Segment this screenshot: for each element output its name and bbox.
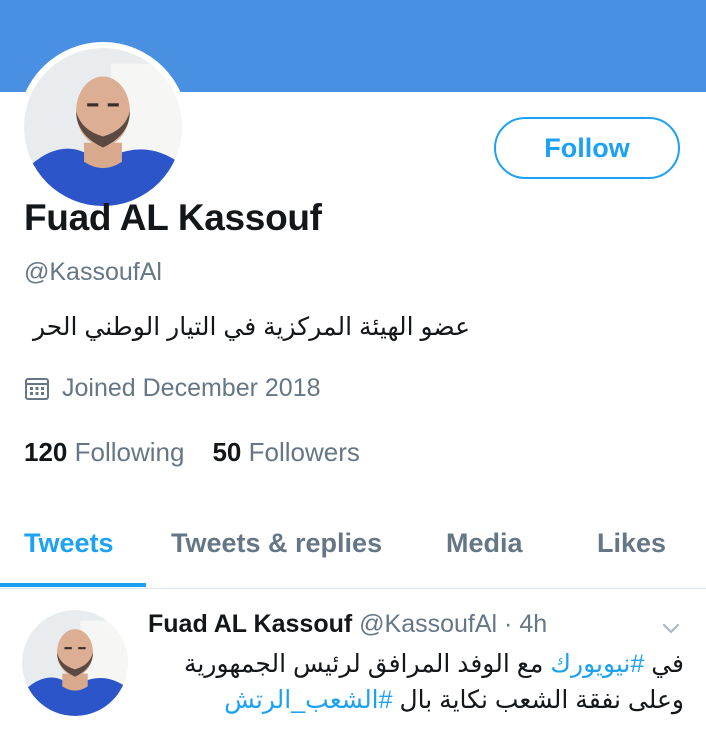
- followers-label: Followers: [248, 437, 360, 467]
- tweet-header: Fuad AL Kassouf @KassoufAl · 4h: [148, 610, 547, 639]
- tweet-time[interactable]: 4h: [519, 610, 547, 638]
- chevron-down-icon[interactable]: [660, 617, 682, 639]
- tweet-text-segment: وعلى نفقة الشعب نكاية بال: [392, 686, 684, 714]
- follow-button[interactable]: Follow: [494, 117, 680, 179]
- tab-likes[interactable]: Likes: [597, 528, 666, 559]
- tweet-line-1: في #نيويورك مع الوفد المرافق لرئيس الجمه…: [184, 646, 684, 682]
- active-tab-indicator: [0, 583, 146, 587]
- following-label: Following: [74, 437, 185, 467]
- tweet-author-handle[interactable]: @KassoufAl: [359, 610, 497, 638]
- tweet-avatar[interactable]: [22, 610, 128, 716]
- hashtag-link[interactable]: #نيويورك: [550, 650, 644, 678]
- avatar-photo: [24, 48, 182, 206]
- profile-avatar[interactable]: [18, 42, 188, 212]
- tweet-separator: ·: [504, 610, 513, 638]
- following-count: 120: [24, 437, 68, 467]
- profile-stats: 120 Following 50 Followers: [24, 437, 360, 468]
- profile-tabs: Tweets Tweets & replies Media Likes: [0, 512, 706, 589]
- tweet-text-segment: مع الوفد المرافق لرئيس الجمهورية: [184, 650, 551, 678]
- joined-date: Joined December 2018: [24, 374, 321, 403]
- profile-bio: عضو الهيئة المركزية في التيار الوطني الح…: [32, 313, 470, 341]
- following-link[interactable]: 120 Following: [24, 437, 184, 467]
- joined-text: Joined December 2018: [62, 374, 321, 402]
- tab-tweets-replies[interactable]: Tweets & replies: [171, 528, 382, 559]
- followers-count: 50: [212, 437, 242, 467]
- tweet-text: في #نيويورك مع الوفد المرافق لرئيس الجمه…: [184, 646, 684, 718]
- tweet-text-segment: في: [644, 650, 684, 678]
- tweet-author-name[interactable]: Fuad AL Kassouf: [148, 610, 352, 638]
- profile-handle: @KassoufAl: [24, 258, 162, 286]
- tweet-line-2: وعلى نفقة الشعب نكاية بال #الشعب_الرتش: [184, 682, 684, 718]
- calendar-icon: [25, 377, 49, 400]
- followers-link[interactable]: 50 Followers: [212, 437, 359, 467]
- tab-tweets[interactable]: Tweets: [24, 528, 114, 559]
- tab-media[interactable]: Media: [446, 528, 523, 559]
- avatar-photo: [22, 610, 128, 716]
- hashtag-link[interactable]: #الشعب_الرتش: [224, 686, 392, 714]
- profile-name: Fuad AL Kassouf: [24, 197, 322, 238]
